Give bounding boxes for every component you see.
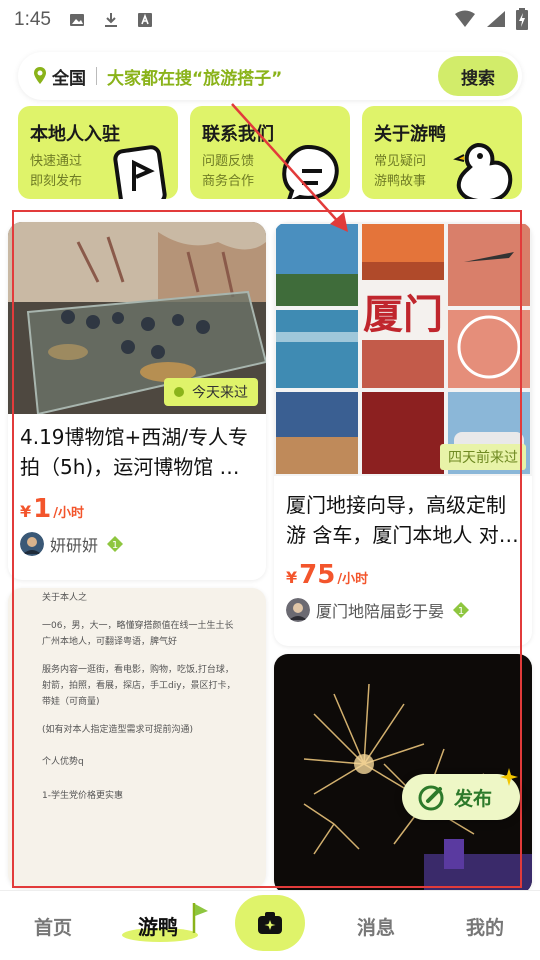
duck-icon [453, 142, 513, 199]
note-line: 服务内容一逛街，看电影，购物，吃饭,打台球，射箭，拍照，看展，探店，手工diy，… [42, 665, 236, 707]
download-icon [104, 13, 117, 27]
font-app-icon [137, 13, 152, 27]
camera-icon [258, 912, 282, 934]
nav-youya-label: 游鸭 [138, 915, 178, 939]
sparkle-icon [500, 768, 518, 786]
flag-card-icon [113, 145, 167, 199]
visit-badge: 四天前来过 [440, 444, 526, 470]
region-selector[interactable]: 全国 [52, 64, 86, 89]
battery-icon [516, 8, 528, 30]
quick-card-about[interactable]: 关于游鸭 常见疑问 游鸭故事 [362, 106, 522, 199]
price-currency: ¥ [20, 502, 32, 521]
nav-home[interactable]: 首页 [34, 913, 72, 940]
publish-button[interactable]: 发布 [402, 768, 520, 820]
avatar[interactable] [286, 598, 310, 622]
quick-card-local-join[interactable]: 本地人入驻 快速通过 即刻发布 [18, 106, 178, 199]
card-price: ¥ 1 /小时 [8, 494, 266, 524]
search-bar[interactable]: 全国 大家都在搜“旅游搭子” 搜索 [18, 52, 522, 100]
search-input[interactable]: 大家都在搜“旅游搭子” [107, 64, 438, 89]
edit-pen-icon [418, 785, 444, 811]
search-divider [96, 67, 97, 85]
price-value: 1 [33, 494, 52, 524]
feed-card[interactable]: 厦门 四天前来过 厦门地接向导，高级定制游 含车，厦门本地人 对… ¥ 75 /… [274, 222, 532, 646]
annotation-arrow [231, 103, 348, 232]
nav-me[interactable]: 我的 [466, 913, 504, 940]
image-icon [69, 14, 84, 26]
status-bar: 1:45 [0, 0, 540, 40]
feed-card[interactable]: 关于本人之 一06，男，大一，略懂穿搭颜值在线一土生土长广州本地人，可翻译粤语，… [8, 588, 266, 888]
xiamen-collage: 厦门 [276, 224, 530, 474]
golf-flag-icon [192, 903, 208, 933]
wifi-icon [455, 10, 475, 27]
price-unit: /小时 [337, 572, 369, 587]
bottom-nav: 首页 游鸭 消息 我的 [0, 890, 540, 960]
card-title[interactable]: 厦门地接向导，高级定制游 含车，厦门本地人 对… [274, 490, 532, 550]
price-unit: /小时 [53, 506, 84, 521]
nav-messages[interactable]: 消息 [357, 913, 395, 940]
card-author[interactable]: 妍研妍 1 [8, 532, 266, 556]
card-image[interactable]: 今天来过 [8, 222, 266, 414]
status-right [454, 8, 528, 30]
card-price: ¥ 75 /小时 [274, 560, 532, 590]
note-line: 关于本人之 [42, 593, 88, 603]
nav-youya[interactable]: 游鸭 [120, 901, 210, 953]
svg-text:1: 1 [458, 606, 464, 617]
search-button[interactable]: 搜索 [438, 56, 518, 96]
visit-badge: 今天来过 [164, 378, 258, 406]
status-time: 1:45 [14, 9, 51, 30]
feed-card[interactable]: 今天来过 4.19博物馆+西湖/专人专拍（5h)，运河博物馆 … ¥ 1 /小时… [8, 222, 266, 580]
location-pin-icon[interactable] [32, 66, 48, 86]
card-title[interactable]: 4.19博物馆+西湖/专人专拍（5h)，运河博物馆 … [8, 422, 266, 482]
card-author[interactable]: 厦门地陪届彭于晏 1 [274, 598, 532, 622]
visit-dot-icon [174, 387, 184, 397]
author-name[interactable]: 厦门地陪届彭于晏 [316, 598, 444, 622]
note-line: (如有对本人指定造型需求可提前沟通) [42, 725, 194, 735]
price-currency: ¥ [286, 568, 298, 587]
price-value: 75 [299, 560, 336, 590]
note-line: 一06，男，大一，略懂穿搭颜值在线一土生土长广州本地人，可翻译粤语，脾气好 [42, 621, 234, 647]
avatar[interactable] [20, 532, 44, 556]
publish-label: 发布 [454, 787, 493, 810]
svg-text:厦门: 厦门 [363, 292, 443, 338]
level-badge-icon: 1 [453, 602, 470, 618]
level-badge-icon: 1 [107, 536, 124, 552]
card-image[interactable]: 厦门 四天前来过 [274, 222, 532, 476]
author-name[interactable]: 妍研妍 [50, 532, 98, 556]
note-image[interactable]: 关于本人之 一06，男，大一，略懂穿搭颜值在线一土生土长广州本地人，可翻译粤语，… [8, 588, 266, 804]
note-line: 1-学生党价格更实惠 [42, 791, 123, 801]
camera-post-button[interactable] [235, 895, 305, 951]
note-line: 个人优势q [42, 757, 84, 767]
signal-icon [487, 11, 505, 27]
svg-text:1: 1 [112, 540, 118, 551]
visit-badge-text: 今天来过 [192, 385, 248, 401]
